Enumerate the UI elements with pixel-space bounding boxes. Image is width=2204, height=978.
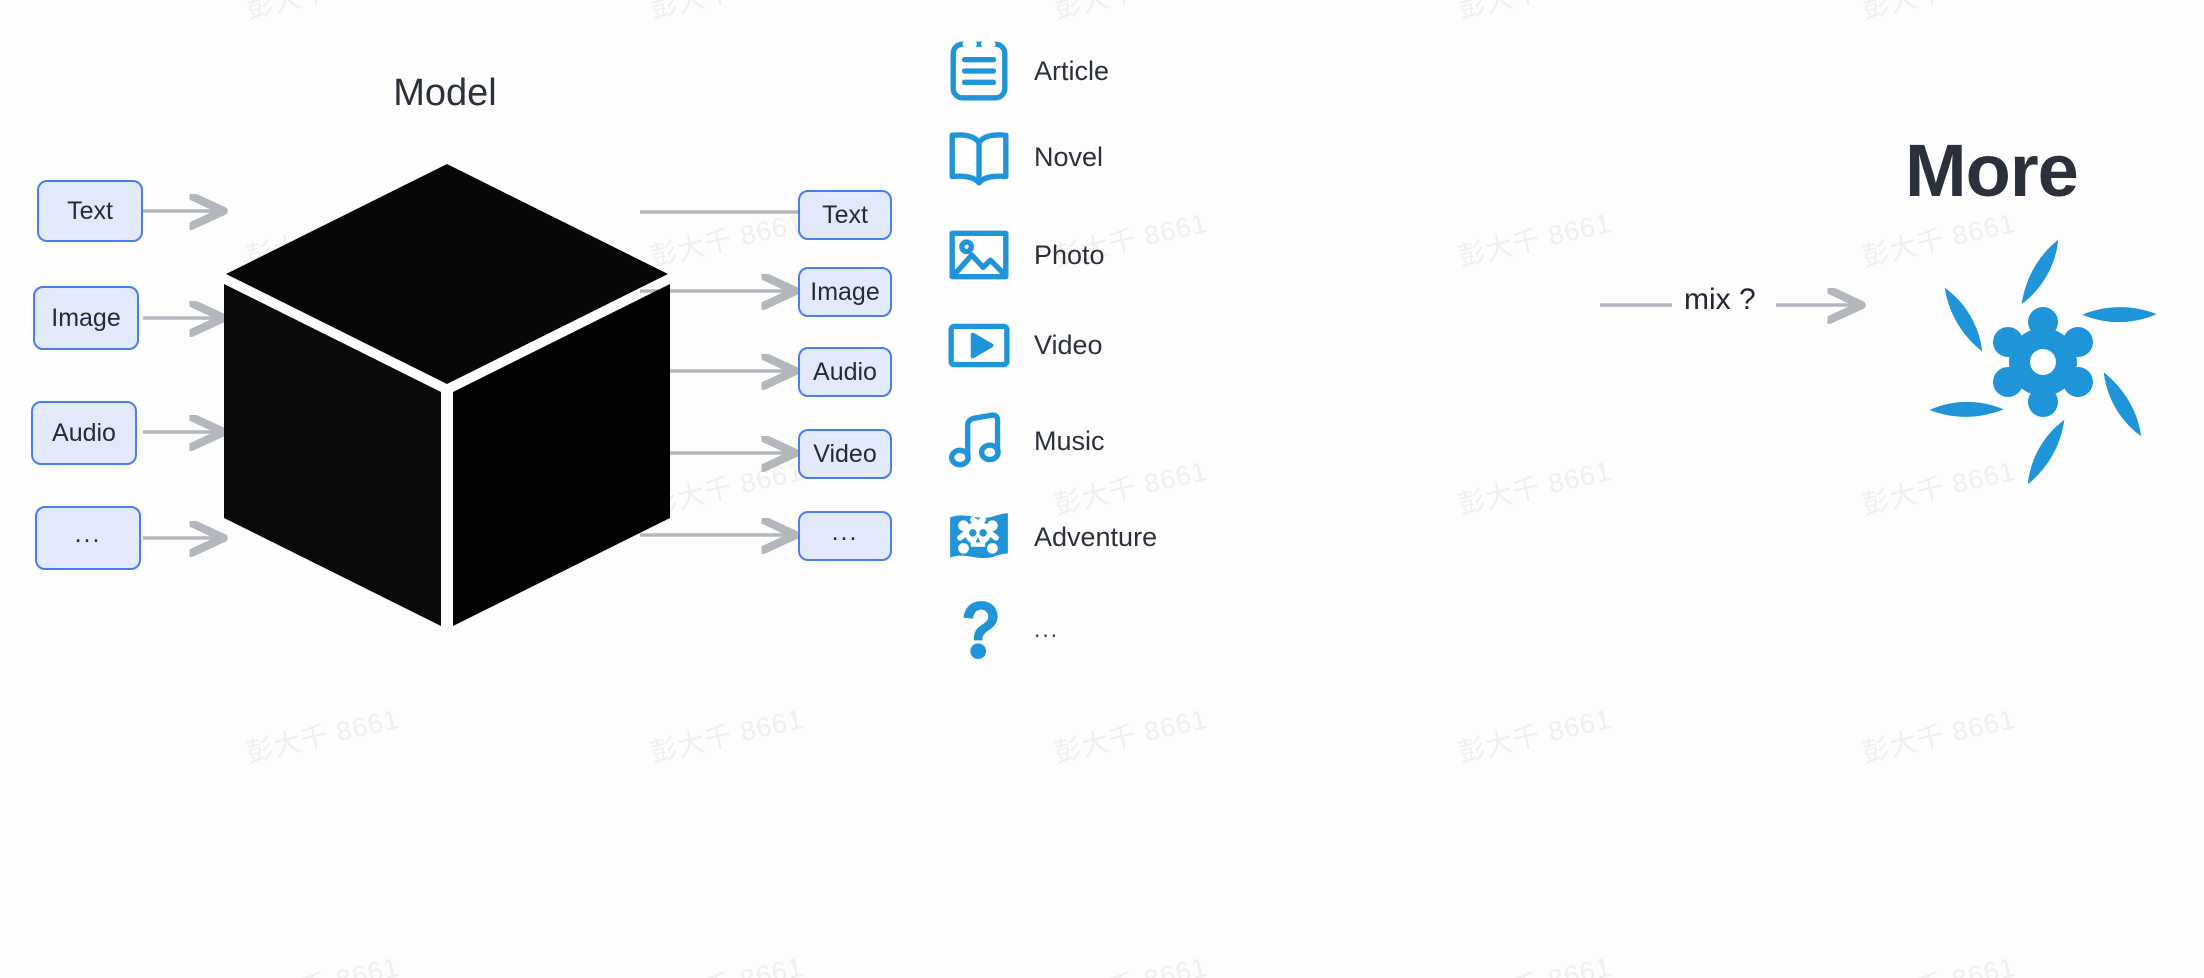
- input-box-text-label: Text: [67, 196, 113, 225]
- diagram-canvas: Model Text Image Audio ... Text Image Au…: [0, 0, 2204, 978]
- media-row-article[interactable]: Article: [946, 38, 1109, 104]
- blue-pinwheel-flower-icon: [1893, 212, 2193, 512]
- picture-mountain-icon: [946, 222, 1012, 288]
- output-box-text[interactable]: Text: [798, 190, 892, 240]
- more-title: More: [1905, 129, 2079, 212]
- input-box-more-label: ...: [74, 519, 102, 548]
- music-note-icon: [946, 408, 1012, 474]
- media-label-photo: Photo: [1034, 239, 1105, 270]
- open-book-icon: [946, 124, 1012, 190]
- question-mark-icon: [946, 596, 1012, 662]
- media-row-music[interactable]: Music: [946, 408, 1105, 474]
- media-row-video[interactable]: Video: [946, 312, 1103, 378]
- page-title: Model: [393, 72, 497, 114]
- media-label-adventure: Adventure: [1034, 521, 1158, 552]
- media-row-adventure[interactable]: Adventure: [946, 504, 1157, 570]
- media-row-novel[interactable]: Novel: [946, 124, 1103, 190]
- input-box-audio-label: Audio: [52, 418, 116, 447]
- output-box-more[interactable]: ...: [798, 511, 892, 561]
- input-box-audio[interactable]: Audio: [31, 401, 137, 465]
- input-box-more[interactable]: ...: [35, 506, 141, 570]
- video-play-icon: [946, 312, 1012, 378]
- pinwheel-center-gear: [1993, 307, 2093, 417]
- input-box-text[interactable]: Text: [37, 180, 143, 242]
- output-box-more-label: ...: [831, 517, 859, 546]
- media-row-photo[interactable]: Photo: [946, 222, 1105, 288]
- output-box-video[interactable]: Video: [798, 429, 892, 479]
- input-box-image-label: Image: [51, 303, 121, 332]
- model-black-box-cube: [222, 160, 672, 630]
- output-box-image[interactable]: Image: [798, 267, 892, 317]
- output-box-image-label: Image: [810, 277, 880, 306]
- pirate-flag-skull-icon: [946, 504, 1012, 570]
- document-lines-icon: [946, 38, 1012, 104]
- output-box-audio-label: Audio: [813, 357, 877, 386]
- media-label-unknown: ...: [1034, 615, 1060, 642]
- output-box-audio[interactable]: Audio: [798, 347, 892, 397]
- output-box-text-label: Text: [822, 200, 868, 229]
- media-row-unknown[interactable]: ...: [946, 596, 1059, 662]
- input-box-image[interactable]: Image: [33, 286, 139, 350]
- media-label-article: Article: [1034, 55, 1110, 86]
- output-box-video-label: Video: [813, 439, 877, 468]
- media-label-video: Video: [1034, 329, 1103, 360]
- media-label-novel: Novel: [1034, 141, 1104, 172]
- mix-label: mix ?: [1684, 283, 1756, 316]
- media-label-music: Music: [1034, 425, 1105, 456]
